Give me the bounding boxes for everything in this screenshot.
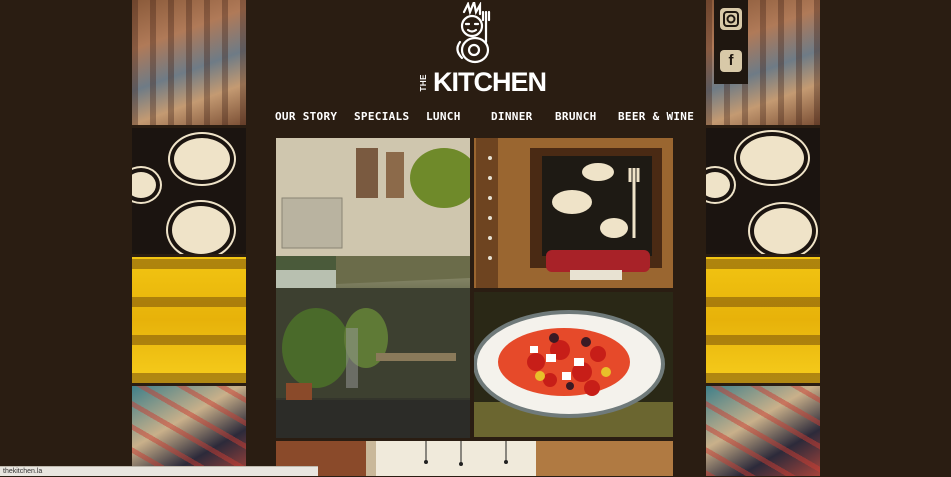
plate-shape — [750, 204, 816, 254]
nav-lunch[interactable]: LUNCH — [426, 110, 461, 123]
photo-restaurant-exterior — [276, 138, 470, 438]
plates-art-tile — [132, 128, 246, 254]
salad-illustration — [474, 292, 673, 437]
plate-shape — [706, 168, 734, 202]
photo-window-art — [474, 138, 673, 288]
logo-the-text: THE — [419, 74, 428, 92]
graffiti-tile — [132, 386, 246, 476]
site-logo[interactable]: THE KITCHEN — [419, 0, 547, 98]
plate-shape — [170, 134, 234, 184]
nav-beer-wine[interactable]: BEER & WINE — [618, 110, 694, 123]
instagram-icon[interactable] — [720, 8, 742, 30]
window-illustration — [474, 138, 673, 288]
plate-shape — [736, 132, 808, 184]
nav-our-story[interactable]: OUR STORY — [275, 110, 337, 123]
exterior-illustration — [276, 138, 470, 438]
status-bar-url: thekitchen.la — [0, 466, 318, 476]
photo-interior — [276, 441, 673, 476]
facebook-icon[interactable]: f — [720, 50, 742, 72]
chef-mascot-icon — [456, 0, 491, 64]
interior-illustration — [276, 441, 673, 476]
yellow-wall-tile — [706, 257, 820, 383]
nav-dinner[interactable]: DINNER — [491, 110, 533, 123]
left-decor-column — [132, 0, 246, 476]
instagram-glyph — [723, 11, 739, 27]
plates-art-tile — [706, 128, 820, 254]
mural-tile-top — [132, 0, 246, 125]
nav-brunch[interactable]: BRUNCH — [555, 110, 597, 123]
photo-tomato-salad — [474, 292, 673, 437]
yellow-wall-tile — [132, 257, 246, 383]
nav-specials[interactable]: SPECIALS — [354, 110, 409, 123]
graffiti-tile — [706, 386, 820, 476]
plate-shape — [168, 202, 234, 254]
main-nav: OUR STORY SPECIALS LUNCH DINNER BRUNCH B… — [274, 110, 694, 130]
plate-shape — [132, 168, 160, 202]
social-links: f — [714, 0, 748, 84]
logo-kitchen-text: KITCHEN — [433, 67, 547, 97]
